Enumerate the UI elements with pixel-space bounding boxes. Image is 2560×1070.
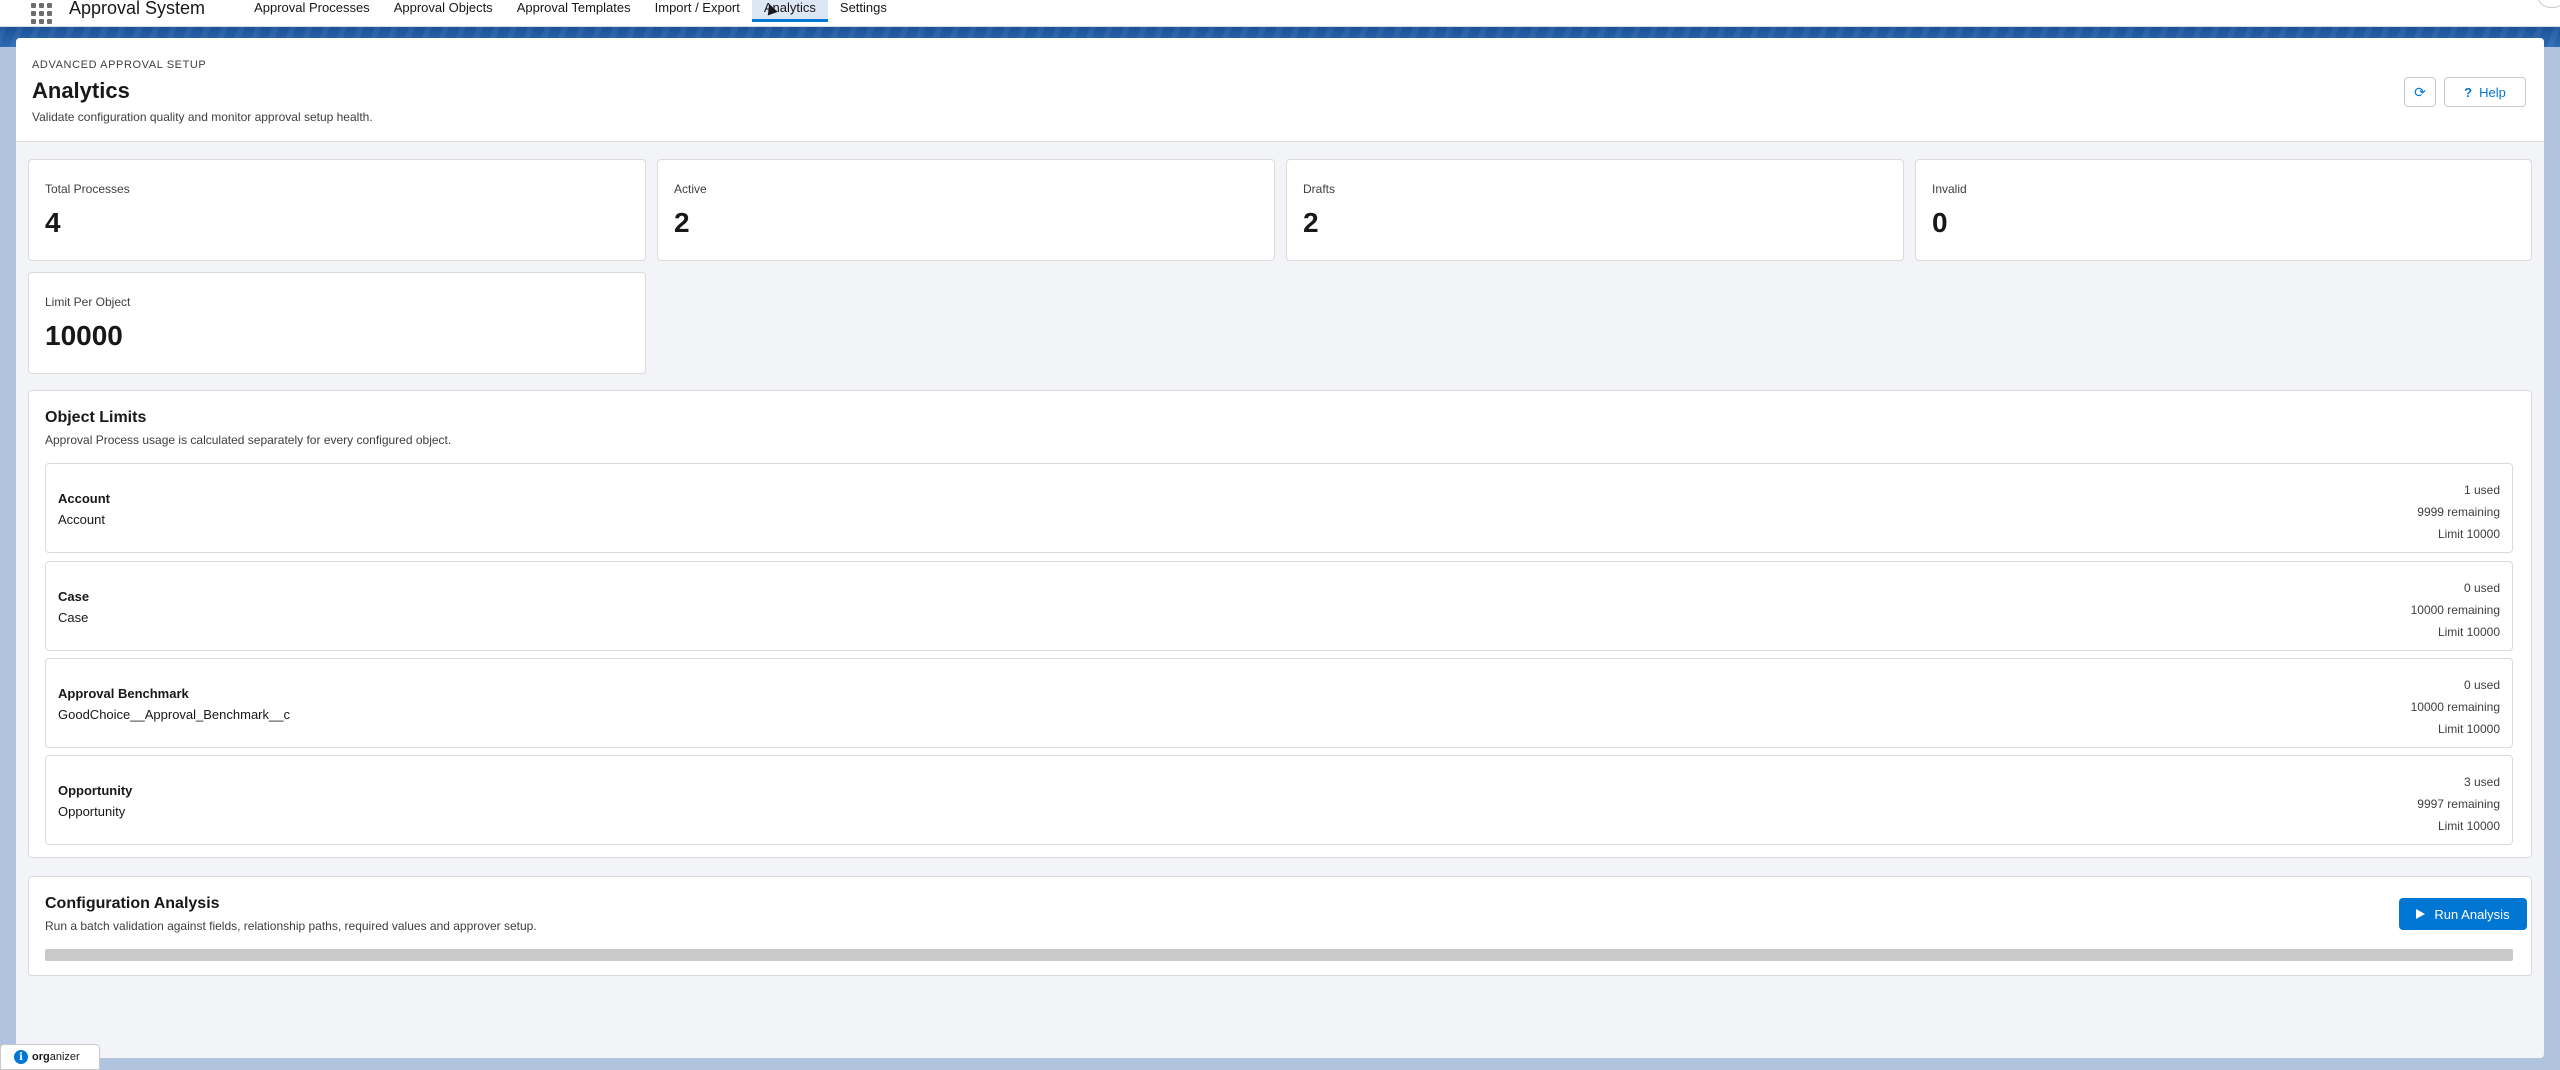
stat-label: Active	[674, 182, 707, 196]
stat-label: Invalid	[1932, 182, 1967, 196]
tab-approval-processes[interactable]: Approval Processes	[242, 0, 382, 22]
section-subtitle: Approval Process usage is calculated sep…	[45, 433, 452, 447]
object-usage: 0 used 10000 remaining Limit 10000	[2411, 577, 2500, 643]
object-label: Account	[58, 491, 110, 506]
stat-card-active: Active 2	[657, 159, 1275, 261]
stat-value: 10000	[45, 320, 123, 351]
remaining-count: 9999 remaining	[2417, 505, 2500, 519]
stat-value: 0	[1932, 207, 1948, 238]
utility-label-prefix: org	[32, 1051, 50, 1063]
stat-value: 2	[674, 207, 690, 238]
page-subtitle: Validate configuration quality and monit…	[32, 110, 373, 124]
stat-card-total-processes: Total Processes 4	[28, 159, 646, 261]
tab-approval-objects[interactable]: Approval Objects	[382, 0, 505, 22]
stat-card-drafts: Drafts 2	[1286, 159, 1904, 261]
configuration-analysis-section: Configuration Analysis Run a batch valid…	[28, 876, 2532, 976]
object-usage: 1 used 9999 remaining Limit 10000	[2417, 479, 2500, 545]
tab-import-export[interactable]: Import / Export	[643, 0, 752, 22]
used-count: 0 used	[2463, 581, 2500, 595]
object-usage: 3 used 9997 remaining Limit 10000	[2417, 771, 2500, 837]
section-title: Object Limits	[45, 409, 147, 426]
run-analysis-button[interactable]: Run Analysis	[2399, 898, 2527, 930]
app-launcher-icon[interactable]	[29, 2, 53, 24]
utility-bar-organizer[interactable]: i organizer	[0, 1044, 100, 1070]
run-analysis-label: Run Analysis	[2434, 906, 2510, 922]
limit-count: Limit 10000	[2437, 722, 2500, 736]
question-icon: ?	[2464, 84, 2473, 100]
object-api-name: Case	[58, 610, 89, 625]
utility-label-suffix: anizer	[49, 1051, 80, 1063]
stat-value: 2	[1303, 207, 1319, 238]
help-button[interactable]: ? Help	[2444, 77, 2526, 107]
object-limit-row-approval-benchmark: Approval Benchmark GoodChoice__Approval_…	[45, 658, 2513, 748]
object-api-name: Account	[58, 512, 105, 527]
object-limit-row-opportunity: Opportunity Opportunity 3 used 9997 rema…	[45, 755, 2513, 845]
section-subtitle: Run a batch validation against fields, r…	[45, 919, 537, 933]
global-nav: Approval System Approval Processes Appro…	[0, 0, 2560, 27]
stat-value: 4	[45, 207, 61, 238]
object-label: Approval Benchmark	[58, 686, 189, 701]
page-eyebrow: ADVANCED APPROVAL SETUP	[32, 59, 207, 71]
used-count: 3 used	[2463, 775, 2500, 789]
profile-avatar[interactable]	[2538, 0, 2560, 8]
stat-label: Limit Per Object	[45, 295, 131, 309]
tab-settings[interactable]: Settings	[828, 0, 899, 22]
page-title: Analytics	[32, 78, 130, 103]
stat-label: Total Processes	[45, 182, 130, 196]
stat-card-invalid: Invalid 0	[1915, 159, 2532, 261]
page-header: ADVANCED APPROVAL SETUP Analytics Valida…	[16, 38, 2544, 142]
main-content: ADVANCED APPROVAL SETUP Analytics Valida…	[16, 38, 2544, 1058]
object-limit-row-account: Account Account 1 used 9999 remaining Li…	[45, 463, 2513, 553]
analysis-progress-bar	[45, 949, 2513, 961]
remaining-count: 10000 remaining	[2410, 700, 2500, 714]
play-icon	[2416, 909, 2426, 919]
used-count: 0 used	[2463, 678, 2500, 692]
object-api-name: Opportunity	[58, 804, 126, 819]
stat-card-limit-per-object: Limit Per Object 10000	[28, 272, 646, 374]
tab-approval-templates[interactable]: Approval Templates	[505, 0, 643, 22]
object-limits-section: Object Limits Approval Process usage is …	[28, 390, 2532, 858]
used-count: 1 used	[2463, 483, 2500, 497]
refresh-icon: ⟳	[2414, 83, 2426, 100]
object-label: Case	[58, 589, 90, 604]
limit-count: Limit 10000	[2437, 819, 2500, 833]
limit-count: Limit 10000	[2437, 625, 2500, 639]
object-api-name: GoodChoice__Approval_Benchmark__c	[58, 707, 290, 722]
refresh-button[interactable]: ⟳	[2404, 77, 2436, 107]
app-name: Approval System	[69, 0, 206, 18]
remaining-count: 9997 remaining	[2417, 797, 2500, 811]
utility-label: organizer	[32, 1051, 80, 1063]
object-label: Opportunity	[58, 783, 133, 798]
object-usage: 0 used 10000 remaining Limit 10000	[2411, 674, 2500, 740]
stat-label: Drafts	[1303, 182, 1336, 196]
object-limit-row-case: Case Case 0 used 10000 remaining Limit 1…	[45, 561, 2513, 651]
remaining-count: 10000 remaining	[2410, 603, 2500, 617]
limit-count: Limit 10000	[2437, 527, 2500, 541]
info-icon: i	[14, 1050, 28, 1064]
help-button-label: Help	[2479, 84, 2506, 100]
section-title: Configuration Analysis	[45, 895, 220, 912]
